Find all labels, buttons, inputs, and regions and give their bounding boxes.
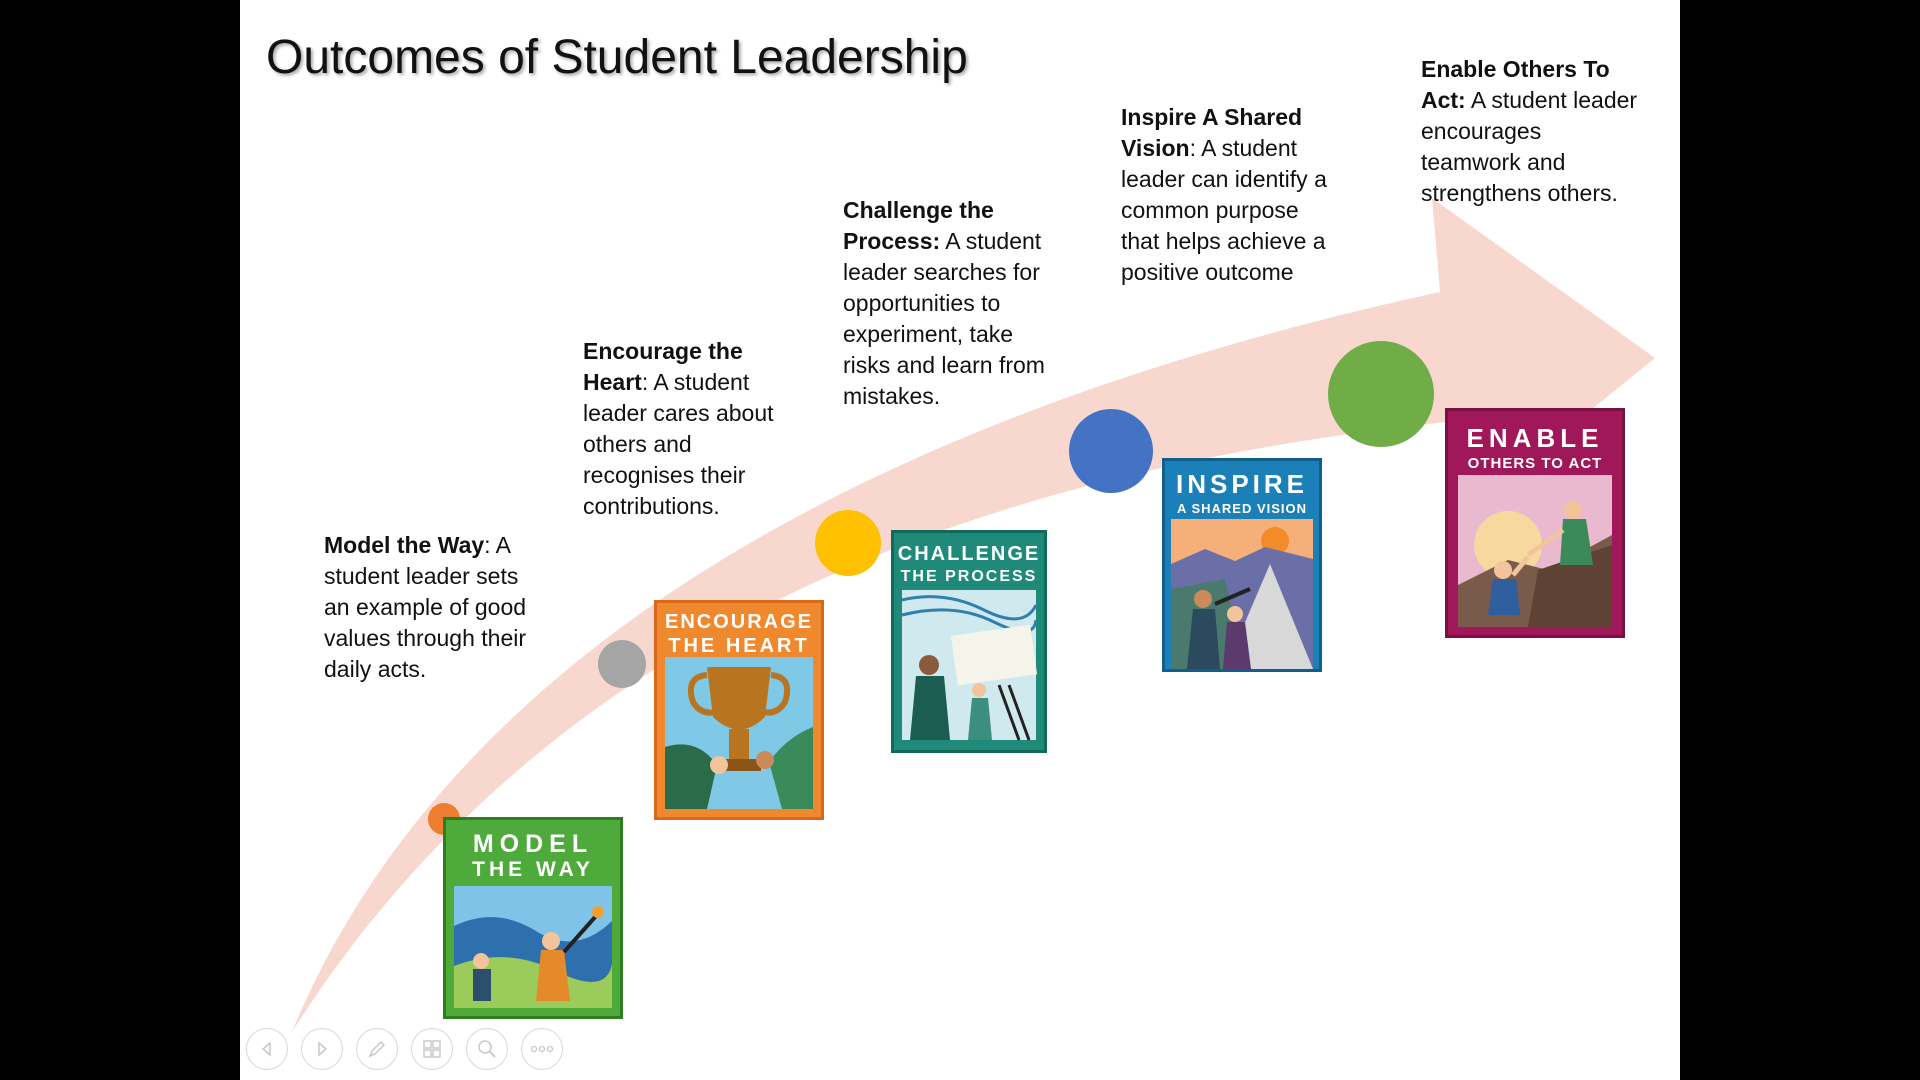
step-text-enable: Enable Others To Act: A student leader e…: [1421, 54, 1646, 209]
step-body-challenge: A student leader searches for opportunit…: [843, 228, 1045, 409]
step-text-encourage: Encourage the Heart: A student leader ca…: [583, 338, 774, 519]
slideshow-toolbar: [246, 1028, 563, 1070]
card-title-line2: A SHARED VISION: [1176, 501, 1308, 516]
step-text-challenge: Challenge the Process: A student leader …: [843, 195, 1053, 412]
card-enable-others-to-act: ENABLE OTHERS TO ACT: [1445, 408, 1625, 638]
card-model-the-way: MODEL THE WAY: [443, 817, 623, 1019]
step-dot-inspire: [1069, 409, 1153, 493]
card-title-line2: THE PROCESS: [900, 568, 1038, 585]
card-title-line1: MODEL: [472, 830, 594, 858]
card-illustration-people-torch: [454, 886, 612, 1008]
card-illustration-climbers: [901, 590, 1038, 741]
card-title-line1: ENCOURAGE: [664, 611, 813, 633]
pen-icon: [368, 1040, 386, 1058]
slide: Outcomes of Student Leadership Model the…: [240, 0, 1680, 1080]
card-illustration-trophy: [665, 657, 813, 809]
zoom-button[interactable]: [466, 1028, 508, 1070]
zoom-icon: [478, 1040, 496, 1058]
card-title-line1: INSPIRE: [1175, 469, 1309, 499]
card-illustration-vision-road: [1171, 519, 1313, 669]
slide-title: Outcomes of Student Leadership: [266, 31, 968, 84]
pen-button[interactable]: [356, 1028, 398, 1070]
step-heading-model: Model the Way: [324, 532, 485, 558]
card-title-line1: ENABLE: [1466, 423, 1604, 453]
step-dot-encourage: [598, 640, 646, 688]
card-title-line1: CHALLENGE: [897, 543, 1041, 565]
card-inspire-a-shared-vision: INSPIRE A SHARED VISION: [1162, 458, 1322, 672]
step-text-model: Model the Way: A student leader sets an …: [324, 532, 527, 682]
more-options-icon: [530, 1045, 554, 1053]
card-title-line2: THE WAY: [472, 858, 594, 881]
card-challenge-the-process: CHALLENGE THE PROCESS: [891, 530, 1047, 753]
card-encourage-the-heart: ENCOURAGE THE HEART: [654, 600, 824, 820]
step-dot-enable: [1328, 341, 1434, 447]
card-title-line2: OTHERS TO ACT: [1467, 455, 1603, 472]
card-title-line2: THE HEART: [668, 635, 810, 657]
step-text-inspire: Inspire A Shared Vision: A student leade…: [1121, 104, 1327, 285]
next-slide-button[interactable]: [301, 1028, 343, 1070]
slides-grid-icon: [423, 1040, 441, 1058]
card-illustration-helping-hand: [1458, 475, 1612, 627]
previous-icon: [261, 1041, 271, 1057]
previous-slide-button[interactable]: [246, 1028, 288, 1070]
more-options-button[interactable]: [521, 1028, 563, 1070]
next-icon: [318, 1041, 328, 1057]
step-dot-challenge: [815, 510, 881, 576]
see-all-slides-button[interactable]: [411, 1028, 453, 1070]
